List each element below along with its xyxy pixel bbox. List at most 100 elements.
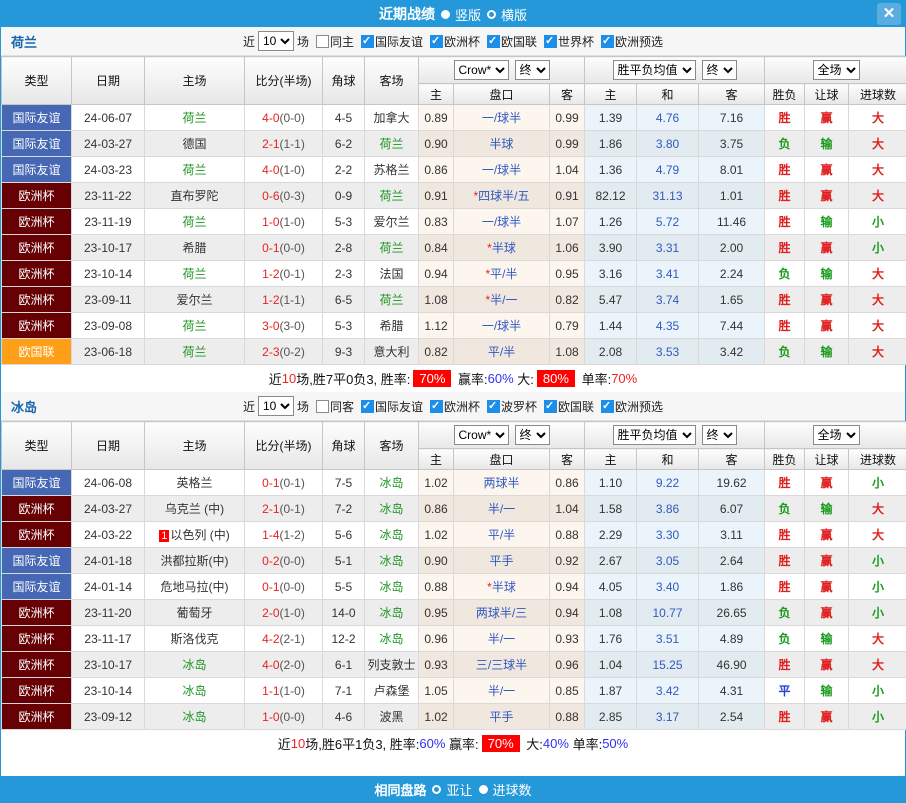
cup-checkbox-nations[interactable] [487,34,501,48]
avg-away-odds-cell: 2.24 [698,260,766,287]
table-row[interactable]: 国际友谊 24-06-07 荷兰 4-0(0-0) 4-5 加拿大 0.89 一… [1,104,906,131]
summary-segment: 大: [513,372,534,387]
score-cell: 2-3(0-2) [244,338,323,365]
odds-time-select[interactable]: 终 [514,425,550,445]
handicap-group-header: Crow* 终 [417,421,586,449]
cup-checkbox-friendly[interactable] [360,34,374,48]
match-type-cell: 国际友谊 [1,130,72,157]
avg-draw-odds-cell: 3.80 [636,130,700,157]
handicap-line: 平手 [489,554,514,568]
same-venue-label[interactable]: 同客 [330,398,354,415]
avg-draw-odds-cell: 3.05 [636,547,700,574]
handicap-away-odds-cell: 1.08 [548,338,586,365]
col-away: 客场 [364,56,419,105]
goals-result-cell: 小 [848,703,906,730]
team-name: 荷兰 [11,34,38,50]
table-row[interactable]: 欧洲杯 23-10-14 荷兰 1-2(0-1) 2-3 法国 0.94 *平/… [1,260,906,287]
bookmaker-select[interactable]: Crow* [453,425,509,445]
result-cell: 胜 [764,703,806,730]
cup-label[interactable]: 欧洲预选 [615,398,663,415]
table-row[interactable]: 欧洲杯 23-09-08 荷兰 3-0(3-0) 5-3 希腊 1.12 一/球… [1,312,906,339]
avg-time-select[interactable]: 终 [701,425,737,445]
fulltime-score: 4-2 [262,631,280,646]
cup-checkbox-baltic[interactable] [487,399,501,413]
table-row[interactable]: 国际友谊 24-03-27 德国 2-1(1-1) 6-2 荷兰 0.90 半球… [1,130,906,157]
vertical-layout-label[interactable]: 竖版 [455,5,481,24]
match-date-cell: 23-11-22 [71,182,145,209]
same-venue-label[interactable]: 同主 [330,33,354,50]
avg-home-odds-cell: 1.44 [584,312,638,339]
handicap-line-cell: 一/球半 [453,208,550,235]
cup-checkbox-nations[interactable] [544,399,558,413]
table-row[interactable]: 欧洲杯 24-03-27 乌克兰 (中) 2-1(0-1) 7-2 冰岛 0.8… [1,495,906,522]
avg-odds-select[interactable]: 胜平负均值 [612,60,696,80]
cup-checkbox-qualifiers[interactable] [601,399,615,413]
summary-segment: 场,胜7平0负3, 胜率: [296,372,411,387]
horizontal-layout-radio[interactable] [487,9,496,19]
avg-away-odds-cell: 3.75 [698,130,766,157]
scope-select[interactable]: 全场 [812,60,860,80]
table-row[interactable]: 欧国联 23-06-18 荷兰 2-3(0-2) 9-3 意大利 0.82 平/… [1,338,906,365]
odds-time-select[interactable]: 终 [514,60,550,80]
goals-label[interactable]: 进球数 [493,780,532,799]
table-row[interactable]: 欧洲杯 23-09-11 爱尔兰 1-2(1-1) 6-5 荷兰 1.08 *半… [1,286,906,313]
cup-label[interactable]: 波罗杯 [501,398,537,415]
cup-label[interactable]: 欧洲预选 [615,33,663,50]
home-team-cell: 爱尔兰 [144,286,245,313]
cup-checkbox-qualifiers[interactable] [601,34,615,48]
table-row[interactable]: 国际友谊 24-01-18 洪都拉斯(中) 0-2(0-0) 5-1 冰岛 0.… [1,547,906,574]
handicap-result-cell: 赢 [804,156,850,183]
close-icon[interactable]: ✕ [877,3,901,25]
table-row[interactable]: 欧洲杯 23-11-20 葡萄牙 2-0(1-0) 14-0 冰岛 0.95 两… [1,599,906,626]
match-date-cell: 24-06-07 [71,104,145,131]
score-cell: 2-0(1-0) [244,599,323,626]
home-team-cell: 荷兰 [144,260,245,287]
vertical-layout-radio[interactable] [440,9,450,19]
col-handicap-line: 盘口 [453,448,550,470]
cup-label[interactable]: 世界杯 [558,33,594,50]
avg-odds-select[interactable]: 胜平负均值 [612,425,696,445]
same-venue-checkbox[interactable] [315,399,329,413]
table-row[interactable]: 国际友谊 24-01-14 危地马拉(中) 0-1(0-0) 5-5 冰岛 0.… [1,573,906,600]
avg-draw-odds-cell: 3.86 [636,495,700,522]
handicap-away-odds-cell: 0.99 [548,130,586,157]
table-row[interactable]: 欧洲杯 23-10-17 希腊 0-1(0-0) 2-8 荷兰 0.84 *半球… [1,234,906,261]
goals-result-cell: 小 [848,208,906,235]
table-row[interactable]: 欧洲杯 24-03-22 1 以色列 (中) 1-4(1-2) 5-6 冰岛 1.… [1,521,906,548]
recent-count-select[interactable]: 10 [257,396,294,416]
handicap-result-cell: 赢 [804,599,850,626]
recent-count-select[interactable]: 10 [257,31,294,51]
cup-label[interactable]: 欧洲杯 [444,398,480,415]
table-row[interactable]: 国际友谊 24-03-23 荷兰 4-0(1-0) 2-2 苏格兰 0.86 一… [1,156,906,183]
scope-select[interactable]: 全场 [812,425,860,445]
same-venue-checkbox[interactable] [315,34,329,48]
table-row[interactable]: 欧洲杯 23-10-14 冰岛 1-1(1-0) 7-1 卢森堡 1.05 半/… [1,677,906,704]
handicap-home-odds-cell: 1.02 [418,703,454,730]
table-row[interactable]: 欧洲杯 23-11-19 荷兰 1-0(1-0) 5-3 爱尔兰 0.83 一/… [1,208,906,235]
table-row[interactable]: 欧洲杯 23-09-12 冰岛 1-0(0-0) 4-6 波黑 1.02 平手 … [1,703,906,730]
cup-label[interactable]: 欧国联 [558,398,594,415]
cup-checkbox-friendly[interactable] [360,399,374,413]
cup-label[interactable]: 欧国联 [501,33,537,50]
cup-label[interactable]: 国际友谊 [375,33,423,50]
avg-time-select[interactable]: 终 [701,60,737,80]
cup-checkbox-euro[interactable] [430,399,443,413]
table-row[interactable]: 欧洲杯 23-11-17 斯洛伐克 4-2(2-1) 12-2 冰岛 0.96 … [1,625,906,652]
cup-checkbox-euro[interactable] [430,34,443,48]
home-team-results-table: 类型 日期 主场 比分(半场) 角球 客场 Crow* 终 胜平负均值 终 全场… [1,56,906,365]
table-row[interactable]: 欧洲杯 23-11-22 直布罗陀 0-6(0-3) 0-9 荷兰 0.91 *… [1,182,906,209]
goals-radio[interactable] [478,784,488,794]
table-row[interactable]: 欧洲杯 23-10-17 冰岛 4-0(2-0) 6-1 列支敦士 0.93 三… [1,651,906,678]
corner-cell: 2-8 [322,234,365,261]
table-row[interactable]: 国际友谊 24-06-08 英格兰 0-1(0-1) 7-5 冰岛 1.02 两… [1,469,906,496]
asian-handicap-radio[interactable] [432,784,442,794]
horizontal-layout-label[interactable]: 横版 [501,5,527,24]
corner-cell: 7-2 [322,495,365,522]
cup-label[interactable]: 欧洲杯 [444,33,480,50]
score-cell: 2-1(1-1) [244,130,323,157]
bookmaker-select[interactable]: Crow* [453,60,509,80]
cup-checkbox-worldcup[interactable] [544,34,558,48]
asian-handicap-label[interactable]: 亚让 [446,780,472,799]
match-type-cell: 欧洲杯 [1,286,72,313]
cup-label[interactable]: 国际友谊 [375,398,423,415]
